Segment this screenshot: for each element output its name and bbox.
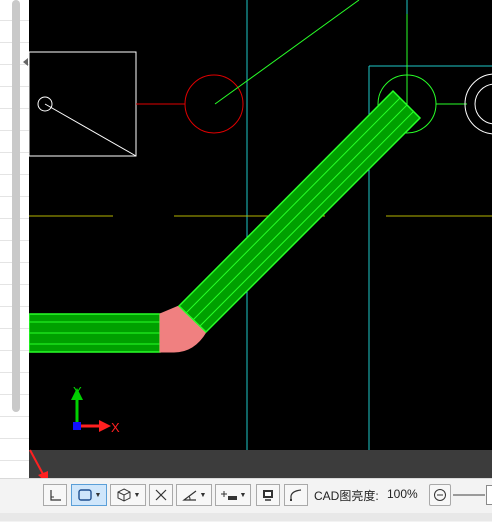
bottom-strip <box>0 513 492 521</box>
brightness-decrease-button[interactable] <box>429 484 451 506</box>
cross-line-icon <box>155 489 167 501</box>
collapse-arrow-icon[interactable] <box>23 58 28 66</box>
cube-view-button[interactable]: ▼ <box>110 484 146 506</box>
brightness-slider-track[interactable] <box>453 494 485 496</box>
vertical-scrollbar[interactable] <box>12 0 20 412</box>
axis-x-label: X <box>111 420 120 435</box>
cad-canvas[interactable]: Y X <box>29 0 492 478</box>
display-monitor-icon <box>263 490 273 501</box>
angle-button[interactable]: ▼ <box>176 484 212 506</box>
cad-brightness-label: CAD图亮度: <box>314 489 379 503</box>
pipe-inner-line <box>192 104 408 321</box>
white-outer-circle <box>464 73 492 135</box>
cross-line-button[interactable] <box>149 484 173 506</box>
brightness-slider-thumb[interactable] <box>486 485 492 505</box>
rectangle-frame-button[interactable]: ▼ <box>71 484 107 506</box>
cad-drawing: Y X <box>29 0 492 450</box>
snap-insert-button[interactable]: ▼ <box>215 484 251 506</box>
red-circle <box>184 74 244 134</box>
angle-icon <box>181 490 196 501</box>
cad-brightness-value: 100% <box>387 487 418 501</box>
panel-row-divider <box>0 416 29 417</box>
display-monitor-button[interactable] <box>256 484 280 506</box>
rectangle-frame-icon <box>77 489 92 501</box>
canvas-status-strip <box>29 450 492 478</box>
green-guide-line <box>214 0 360 105</box>
chevron-down-icon: ▼ <box>133 491 141 499</box>
chevron-down-icon: ▼ <box>199 491 207 499</box>
minus-circle-icon <box>434 489 446 501</box>
pipe-inner-line <box>185 97 401 314</box>
diagonal-pipe[interactable] <box>177 89 422 334</box>
cube-view-icon <box>117 488 131 502</box>
chevron-down-icon: ▼ <box>239 491 247 499</box>
pipe-inner-line <box>199 110 415 327</box>
ortho-button[interactable] <box>43 484 67 506</box>
white-inner-circle <box>474 83 492 125</box>
snap-insert-icon <box>220 491 237 500</box>
chevron-down-icon: ▼ <box>94 491 102 499</box>
ortho-icon <box>50 490 61 501</box>
panel-row-divider <box>0 438 29 439</box>
curve-arc-icon <box>290 489 302 501</box>
panel-row-divider <box>0 460 29 461</box>
left-panel <box>0 0 30 478</box>
axis-y-label: Y <box>73 384 82 399</box>
curve-arc-button[interactable] <box>284 484 308 506</box>
white-diagonal-line <box>44 103 137 157</box>
